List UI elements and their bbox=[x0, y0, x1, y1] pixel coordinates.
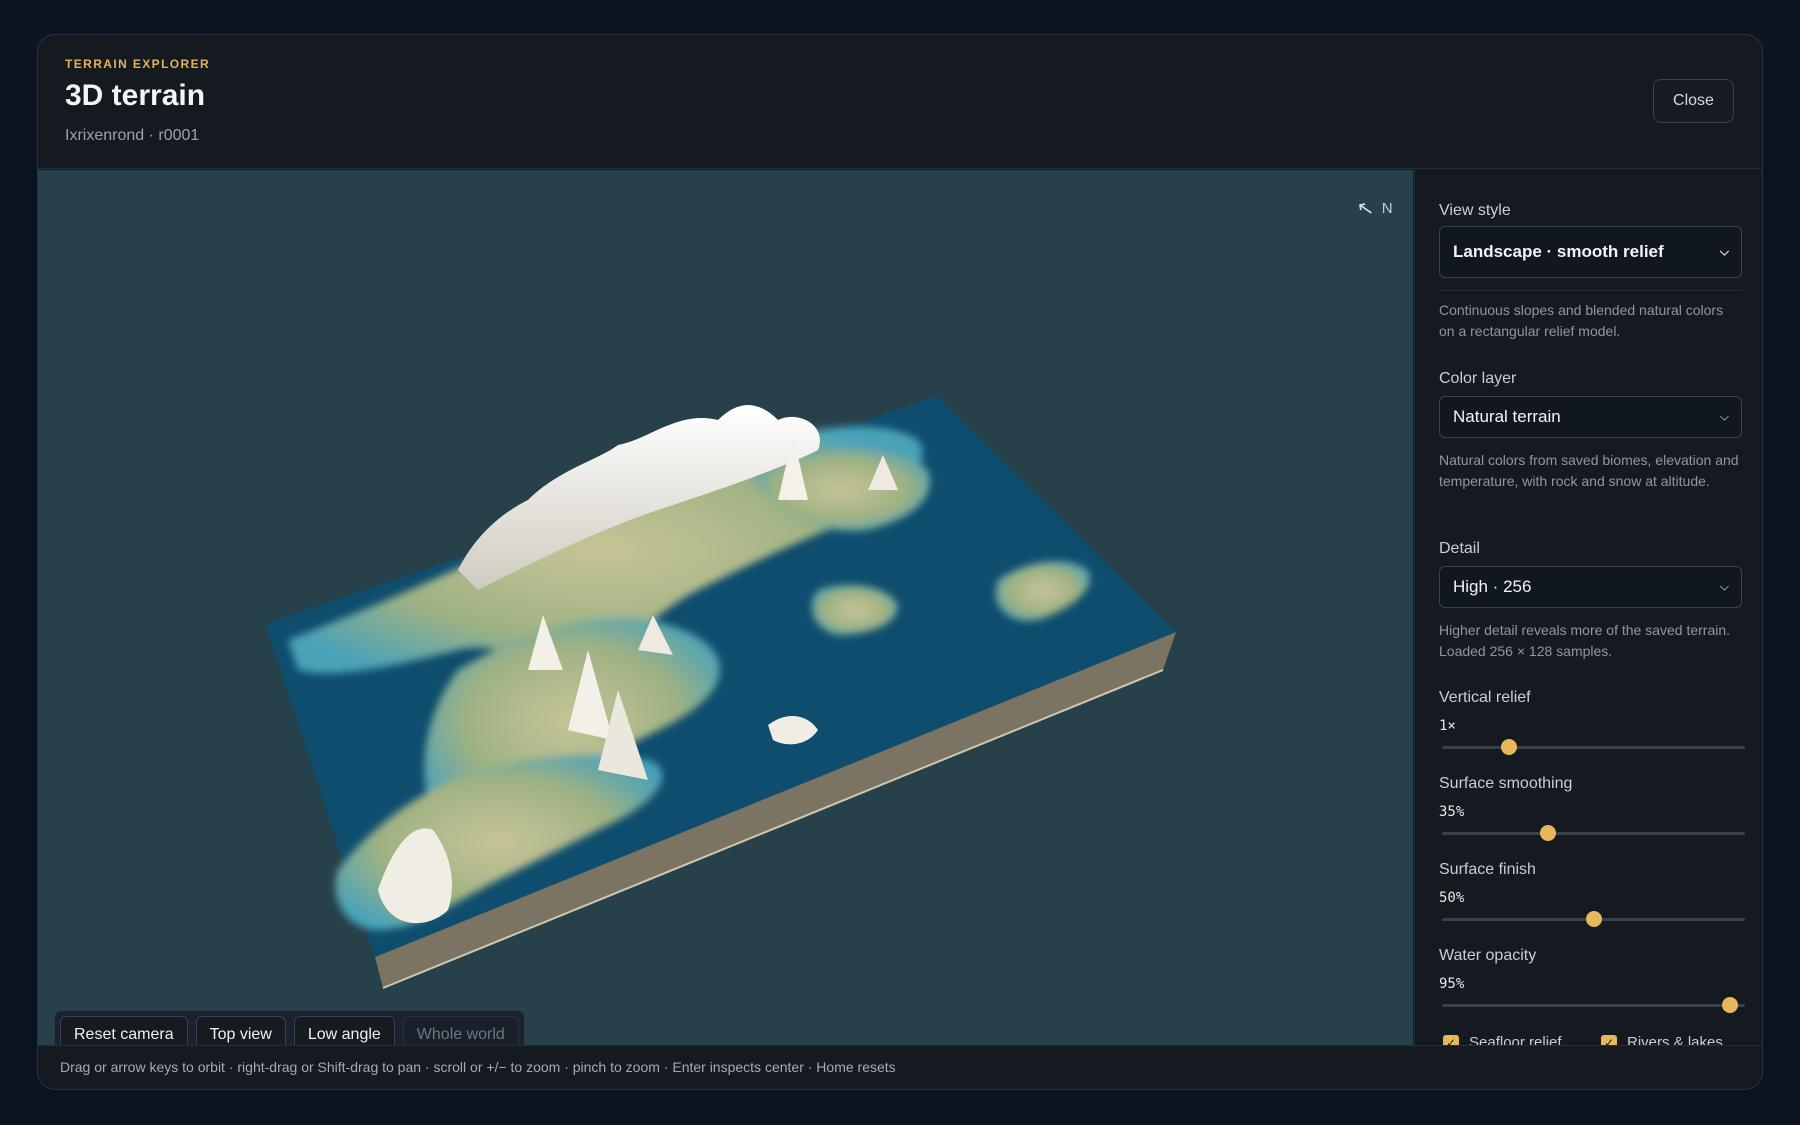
slider-thumb[interactable] bbox=[1540, 825, 1557, 841]
surface-smoothing-slider[interactable] bbox=[1442, 825, 1745, 841]
eyebrow-label: TERRAIN EXPLORER bbox=[65, 57, 211, 71]
color-layer-description: Natural colors from saved biomes, elevat… bbox=[1439, 452, 1739, 489]
detail-value: High · 256 bbox=[1453, 577, 1532, 596]
surface-smoothing-value: 35% bbox=[1439, 804, 1465, 820]
vertical-relief-label: Vertical relief bbox=[1439, 689, 1531, 706]
seafloor-relief-label: Seafloor relief bbox=[1469, 1034, 1562, 1045]
camera-toolbar: Reset camera Top view Low angle Whole wo… bbox=[54, 1010, 525, 1045]
rivers-lakes-label: Rivers & lakes bbox=[1627, 1034, 1723, 1045]
color-layer-label: Color layer bbox=[1439, 370, 1517, 387]
surface-finish-value: 50% bbox=[1439, 890, 1465, 906]
settings-panel: View style Landscape · smooth relief ⌵ C… bbox=[1414, 170, 1762, 1045]
water-opacity-value: 95% bbox=[1439, 976, 1465, 992]
water-opacity-slider[interactable] bbox=[1442, 997, 1745, 1013]
terrain-modal: TERRAIN EXPLORER 3D terrain Ixrixenrond … bbox=[37, 34, 1763, 1090]
detail-select[interactable]: High · 256 ⌵ bbox=[1439, 566, 1742, 608]
chevron-down-icon: ⌵ bbox=[1719, 579, 1729, 594]
surface-smoothing-label: Surface smoothing bbox=[1439, 775, 1573, 792]
modal-footer: Drag or arrow keys to orbit · right-drag… bbox=[38, 1045, 1762, 1089]
view-style-value: Landscape · smooth relief bbox=[1453, 242, 1664, 261]
vertical-relief-slider[interactable] bbox=[1442, 739, 1745, 755]
low-angle-button[interactable]: Low angle bbox=[293, 1016, 395, 1045]
surface-finish-slider[interactable] bbox=[1442, 911, 1745, 927]
surface-finish-label: Surface finish bbox=[1439, 861, 1536, 878]
chevron-down-icon: ⌵ bbox=[1719, 409, 1729, 424]
top-view-button[interactable]: Top view bbox=[195, 1016, 286, 1045]
slider-track bbox=[1442, 832, 1745, 835]
vertical-relief-value: 1× bbox=[1439, 718, 1456, 734]
detail-label: Detail bbox=[1439, 540, 1480, 557]
view-style-description: Continuous slopes and blended natural co… bbox=[1439, 302, 1724, 339]
color-layer-value: Natural terrain bbox=[1453, 407, 1561, 426]
close-button[interactable]: Close bbox=[1653, 79, 1734, 123]
water-opacity-label: Water opacity bbox=[1439, 947, 1537, 964]
whole-world-button[interactable]: Whole world bbox=[402, 1016, 519, 1045]
compass: ↖ N bbox=[1355, 196, 1393, 222]
slider-thumb[interactable] bbox=[1585, 911, 1602, 927]
detail-description: Higher detail reveals more of the saved … bbox=[1439, 622, 1731, 659]
terrain-render bbox=[265, 396, 1176, 989]
compass-label: N bbox=[1381, 200, 1393, 217]
view-style-select[interactable]: Landscape · smooth relief ⌵ bbox=[1439, 226, 1742, 278]
color-layer-select[interactable]: Natural terrain ⌵ bbox=[1439, 396, 1742, 438]
north-arrow-icon: ↖ bbox=[1355, 196, 1376, 222]
view-style-label: View style bbox=[1439, 202, 1511, 219]
slider-track bbox=[1442, 1004, 1745, 1007]
page-title: 3D terrain bbox=[65, 79, 206, 112]
slider-thumb[interactable] bbox=[1721, 997, 1738, 1013]
world-subtitle: Ixrixenrond · r0001 bbox=[65, 127, 200, 144]
reset-camera-button[interactable]: Reset camera bbox=[60, 1016, 188, 1045]
checkbox-checked-icon: ✓ bbox=[1443, 1034, 1459, 1045]
divider bbox=[1439, 290, 1742, 291]
chevron-down-icon: ⌵ bbox=[1719, 244, 1729, 259]
checkbox-checked-icon: ✓ bbox=[1601, 1034, 1617, 1045]
modal-header: TERRAIN EXPLORER 3D terrain Ixrixenrond … bbox=[38, 35, 1762, 169]
controls-hint: Drag or arrow keys to orbit · right-drag… bbox=[60, 1059, 896, 1075]
slider-track bbox=[1442, 746, 1745, 749]
slider-thumb[interactable] bbox=[1500, 739, 1517, 755]
terrain-viewport[interactable]: ↖ N Reset camera Top view Low angle Whol… bbox=[38, 170, 1413, 1045]
rivers-lakes-checkbox[interactable]: ✓ Rivers & lakes bbox=[1601, 1034, 1723, 1045]
seafloor-relief-checkbox[interactable]: ✓ Seafloor relief bbox=[1443, 1034, 1562, 1045]
